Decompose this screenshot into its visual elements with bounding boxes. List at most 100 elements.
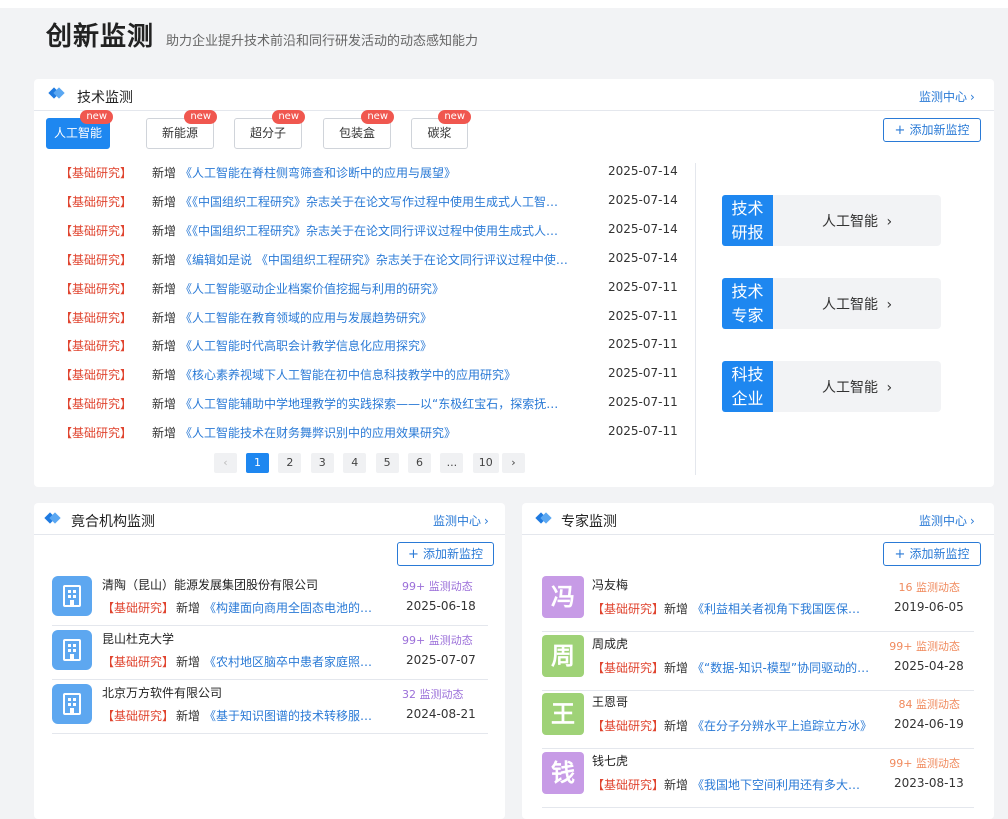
item-title-link[interactable]: 《人工智能在脊柱侧弯筛查和诊断中的应用与展望》 (180, 164, 570, 181)
item-title-link[interactable]: 《人工智能辅助中学地理教学的实践探索——以“东极红宝石，探索抚远暮色”为例》 (180, 395, 570, 412)
plus-icon: + (894, 123, 906, 138)
item-title-link[interactable]: 《人工智能驱动企业档案价值挖掘与利用的研究》 (180, 280, 570, 297)
action-label: 新增 (152, 368, 177, 383)
item-title-link[interactable]: 《在分子分辨水平上追踪立方冰》 (692, 717, 872, 734)
new-badge: new (80, 110, 113, 124)
chevron-right-icon: › (484, 514, 489, 528)
action-label: 新增 (664, 660, 689, 675)
tech-list-item: 【基础研究】 新增 《人工智能时代高职会计教学信息化应用探究》 2025-07-11 (60, 337, 680, 366)
org-center-link[interactable]: 监测中心 › (433, 512, 489, 529)
page-button[interactable]: 1 (246, 453, 269, 473)
tab-2[interactable]: 新能源 new (146, 110, 217, 149)
item-date: 2019-06-05 (894, 600, 964, 614)
monitor-count[interactable]: 99+ 监测动态 (402, 632, 473, 648)
page-button[interactable]: 10 (472, 453, 499, 473)
category-tag: 【基础研究】 (102, 601, 175, 615)
org-name-link[interactable]: 清陶（昆山）能源发展集团股份有限公司 (102, 576, 318, 593)
expert-list-item: 周周成虎 99+ 监测动态【基础研究】新增《“数据-知识-模型”协同驱动的智能》 2… (542, 633, 974, 691)
expert-center-link[interactable]: 监测中心 › (919, 512, 975, 529)
item-date: 2023-08-13 (894, 775, 964, 790)
tech-list-item: 【基础研究】 新增 《《中国组织工程研究》杂志关于在论文同行评议过程中使用生成式人工… (60, 222, 680, 251)
item-title-link[interactable]: 《我国地下空间利用还有多大空间》 (692, 776, 872, 793)
tech-list-item: 【基础研究】 新增 《《中国组织工程研究》杂志关于在论文写作过程中使用生成式人工智能… (60, 193, 680, 222)
tech-center-link[interactable]: 监测中心 › (919, 88, 975, 105)
monitor-count[interactable]: 99+ 监测动态 (402, 578, 473, 594)
tech-center-link-label: 监测中心 (919, 90, 968, 104)
page-button[interactable]: 6 (408, 453, 431, 473)
category-tag: 【基础研究】 (60, 426, 133, 441)
tab-3[interactable]: 超分子 new (234, 110, 305, 149)
category-tag: 【基础研究】 (60, 339, 133, 354)
item-title-link[interactable]: 《利益相关者视角下我国医保支付方式》 (692, 600, 872, 617)
expert-name-link[interactable]: 王恩哥 (592, 693, 628, 710)
side-card[interactable]: 技术 研报 人工智能 › (722, 195, 941, 246)
item-title-link[interactable]: 《基于知识图谱的技术转移服务平台》 (204, 707, 384, 724)
item-date: 2025-07-07 (406, 653, 476, 667)
side-card[interactable]: 科技 企业 人工智能 › (722, 361, 941, 412)
monitor-count[interactable]: 16 监测动态 (899, 579, 961, 595)
page-button[interactable]: ... (440, 453, 464, 473)
diamond-icon (44, 512, 61, 524)
page-button[interactable]: 2 (278, 453, 302, 473)
new-badge: new (272, 110, 305, 124)
add-monitor-label: 添加新监控 (909, 123, 970, 137)
next-page-button[interactable]: › (502, 453, 525, 473)
prev-page-button[interactable]: ‹ (214, 453, 237, 473)
monitor-count[interactable]: 84 监测动态 (899, 696, 961, 712)
item-title-link[interactable]: 《人工智能时代高职会计教学信息化应用探究》 (180, 337, 570, 354)
monitor-count[interactable]: 32 监测动态 (402, 686, 464, 702)
item-date: 2025-06-18 (406, 599, 476, 613)
tab-1[interactable]: 人工智能 new (46, 110, 113, 149)
side-card[interactable]: 技术 专家 人工智能 › (722, 278, 941, 329)
tech-list-item: 【基础研究】 新增 《人工智能在教育领域的应用与发展趋势研究》 2025-07-11 (60, 309, 680, 338)
item-date: 2025-07-14 (608, 192, 678, 207)
org-name-link[interactable]: 北京万方软件有限公司 (102, 684, 222, 701)
expert-list-item: 冯冯友梅 16 监测动态【基础研究】新增《利益相关者视角下我国医保支付方式》 201… (542, 574, 974, 632)
page-button[interactable]: 4 (343, 453, 367, 473)
item-title-link[interactable]: 《农村地区脑卒中患者家庭照料者的需求》 (204, 653, 384, 670)
org-add-monitor-button[interactable]: + 添加新监控 (397, 542, 494, 566)
tab-label: 包装盒 (338, 126, 375, 140)
action-label: 新增 (152, 281, 177, 296)
expert-add-monitor-button[interactable]: + 添加新监控 (883, 542, 981, 566)
avatar: 王 (542, 693, 584, 736)
avatar: 周 (542, 634, 584, 677)
tech-card-header (34, 79, 994, 111)
item-date: 2025-07-11 (608, 424, 678, 439)
action-label: 新增 (152, 339, 177, 354)
add-monitor-button[interactable]: + 添加新监控 (883, 118, 981, 142)
expert-name-link[interactable]: 冯友梅 (592, 576, 628, 593)
tab-4[interactable]: 包装盒 new (323, 110, 394, 149)
expert-list-item: 钱钱七虎 99+ 监测动态 【基础研究】 新增 《我国地下空间利用还有多大空间》 2023… (542, 750, 974, 808)
category-tag: 【基础研究】 (60, 223, 133, 238)
monitor-count[interactable]: 99+ 监测动态 (889, 638, 960, 654)
page-button[interactable]: 3 (310, 453, 334, 473)
tech-list-item: 【基础研究】 新增 《人工智能在脊柱侧弯筛查和诊断中的应用与展望》 2025-07-1… (60, 164, 680, 193)
tech-list-item: 【基础研究】 新增 《人工智能技术在财务舞弊识别中的应用效果研究》 2025-07-1… (60, 424, 680, 453)
tech-list-item: 【基础研究】 新增 《人工智能驱动企业档案价值挖掘与利用的研究》 2025-07-11 (60, 280, 680, 309)
item-title-link[interactable]: 《人工智能技术在财务舞弊识别中的应用效果研究》 (180, 424, 570, 441)
new-badge: new (184, 110, 217, 124)
tab-5[interactable]: 碳浆 new (411, 110, 471, 149)
item-title-link[interactable]: 《构建面向商用全固态电池的复合电解质》 (204, 599, 384, 616)
item-title-link[interactable]: 《《中国组织工程研究》杂志关于在论文写作过程中使用生成式人工智能技术的说明》 (180, 193, 570, 210)
expert-name-link[interactable]: 周成虎 (592, 635, 628, 652)
page-button[interactable]: 5 (375, 453, 399, 473)
item-title-link[interactable]: 《《中国组织工程研究》杂志关于在论文同行评议过程中使用生成式人工智能技术的说明》 (180, 222, 570, 239)
monitor-count[interactable]: 99+ 监测动态 (889, 755, 960, 771)
tech-card-title: 技术监测 (77, 90, 133, 106)
item-title-link[interactable]: 《核心素养视域下人工智能在初中信息科技教学中的应用研究》 (180, 366, 570, 383)
action-label: 新增 (152, 194, 177, 209)
tech-list-item: 【基础研究】 新增 《人工智能辅助中学地理教学的实践探索——以“东极红宝石，探索抚远… (60, 395, 680, 424)
tech-list-item: 【基础研究】 新增 《编辑如是说 《中国组织工程研究》杂志关于在论文同行评议过程中使… (60, 251, 680, 280)
item-title-link[interactable]: 《“数据-知识-模型”协同驱动的智能》 (692, 659, 872, 676)
divider (695, 163, 696, 475)
item-date: 2025-07-11 (608, 366, 678, 381)
chevron-right-icon: › (882, 297, 893, 313)
org-name-link[interactable]: 昆山杜克大学 (102, 630, 174, 647)
category-tag: 【基础研究】 (592, 602, 665, 616)
item-title-link[interactable]: 《编辑如是说 《中国组织工程研究》杂志关于在论文同行评议过程中使用生成式人工智能… (180, 251, 570, 268)
side-card-label-wrap: 人工智能 › (822, 377, 892, 397)
expert-name-link[interactable]: 钱七虎 (592, 752, 628, 769)
item-title-link[interactable]: 《人工智能在教育领域的应用与发展趋势研究》 (180, 309, 570, 326)
